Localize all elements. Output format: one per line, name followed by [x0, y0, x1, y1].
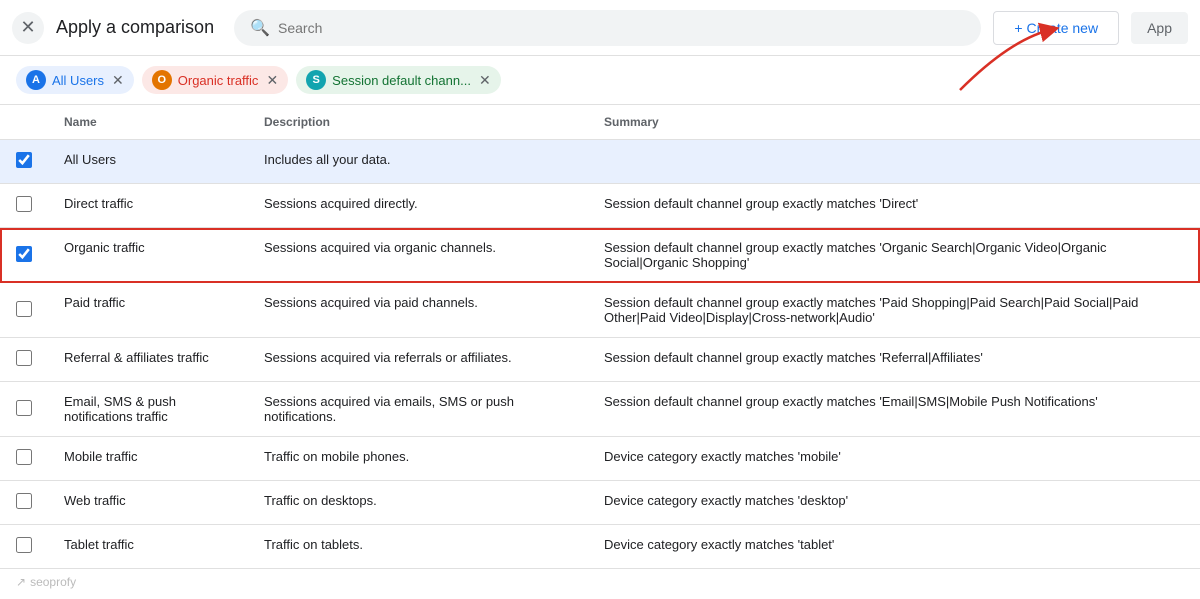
row-name: Email, SMS & push notifications traffic: [48, 382, 248, 437]
row-checkbox-cell[interactable]: [0, 140, 48, 184]
row-description: Traffic on tablets.: [248, 525, 588, 569]
watermark-icon: ↗: [16, 575, 26, 589]
tag-close-icon[interactable]: ✕: [479, 72, 491, 89]
row-name: Organic traffic: [48, 228, 248, 283]
tag-all-users[interactable]: A All Users ✕: [16, 66, 134, 94]
row-name: Paid traffic: [48, 283, 248, 338]
search-input[interactable]: [278, 20, 965, 36]
row-summary: Session default channel group exactly ma…: [588, 283, 1200, 338]
header: ✕ Apply a comparison 🔍 + Create new App: [0, 0, 1200, 56]
row-name: Referral & affiliates traffic: [48, 338, 248, 382]
table-row[interactable]: Web traffic Traffic on desktops. Device …: [0, 481, 1200, 525]
row-summary: Device category exactly matches 'tablet': [588, 525, 1200, 569]
tag-label: All Users: [52, 73, 104, 88]
summary-col-header: Summary: [588, 105, 1200, 140]
row-checkbox-cell[interactable]: [0, 437, 48, 481]
close-button[interactable]: ✕: [12, 12, 44, 44]
row-checkbox[interactable]: [16, 152, 32, 168]
row-checkbox[interactable]: [16, 449, 32, 465]
table-row[interactable]: Referral & affiliates traffic Sessions a…: [0, 338, 1200, 382]
row-description: Sessions acquired directly.: [248, 184, 588, 228]
row-checkbox[interactable]: [16, 196, 32, 212]
row-summary: Session default channel group exactly ma…: [588, 382, 1200, 437]
row-summary: Device category exactly matches 'mobile': [588, 437, 1200, 481]
name-col-header: Name: [48, 105, 248, 140]
row-summary: Session default channel group exactly ma…: [588, 228, 1200, 283]
comparison-table: Name Description Summary All Users Inclu…: [0, 105, 1200, 569]
watermark: ↗ seoprofy: [16, 575, 76, 589]
row-description: Sessions acquired via organic channels.: [248, 228, 588, 283]
row-summary: [588, 140, 1200, 184]
watermark-text: seoprofy: [30, 575, 76, 589]
row-checkbox[interactable]: [16, 301, 32, 317]
row-description: Sessions acquired via emails, SMS or pus…: [248, 382, 588, 437]
row-description: Traffic on desktops.: [248, 481, 588, 525]
row-name: Direct traffic: [48, 184, 248, 228]
tag-avatar: O: [152, 70, 172, 90]
row-description: Sessions acquired via paid channels.: [248, 283, 588, 338]
table-row[interactable]: Paid traffic Sessions acquired via paid …: [0, 283, 1200, 338]
row-checkbox-cell[interactable]: [0, 525, 48, 569]
apply-button[interactable]: App: [1131, 12, 1188, 44]
row-checkbox[interactable]: [16, 246, 32, 262]
table-row[interactable]: Organic traffic Sessions acquired via or…: [0, 228, 1200, 283]
description-col-header: Description: [248, 105, 588, 140]
row-checkbox-cell[interactable]: [0, 184, 48, 228]
tag-avatar: S: [306, 70, 326, 90]
tag-organic-traffic[interactable]: O Organic traffic ✕: [142, 66, 288, 94]
row-name: All Users: [48, 140, 248, 184]
table-row[interactable]: Email, SMS & push notifications traffic …: [0, 382, 1200, 437]
tag-close-icon[interactable]: ✕: [112, 72, 124, 89]
row-summary: Session default channel group exactly ma…: [588, 184, 1200, 228]
row-checkbox-cell[interactable]: [0, 338, 48, 382]
row-description: Sessions acquired via referrals or affil…: [248, 338, 588, 382]
row-checkbox[interactable]: [16, 537, 32, 553]
table-row[interactable]: Mobile traffic Traffic on mobile phones.…: [0, 437, 1200, 481]
table-row[interactable]: Direct traffic Sessions acquired directl…: [0, 184, 1200, 228]
header-title: Apply a comparison: [56, 17, 214, 38]
tag-session-default[interactable]: S Session default chann... ✕: [296, 66, 501, 94]
row-description: Traffic on mobile phones.: [248, 437, 588, 481]
search-container: 🔍: [234, 10, 981, 46]
tag-close-icon[interactable]: ✕: [266, 72, 278, 89]
checkbox-col-header: [0, 105, 48, 140]
table-row[interactable]: All Users Includes all your data.: [0, 140, 1200, 184]
tag-avatar: A: [26, 70, 46, 90]
row-checkbox[interactable]: [16, 400, 32, 416]
tag-label: Session default chann...: [332, 73, 471, 88]
row-name: Tablet traffic: [48, 525, 248, 569]
row-summary: Device category exactly matches 'desktop…: [588, 481, 1200, 525]
row-checkbox[interactable]: [16, 493, 32, 509]
table-header-row: Name Description Summary: [0, 105, 1200, 140]
table-row[interactable]: Tablet traffic Traffic on tablets. Devic…: [0, 525, 1200, 569]
row-summary: Session default channel group exactly ma…: [588, 338, 1200, 382]
row-description: Includes all your data.: [248, 140, 588, 184]
row-checkbox-cell[interactable]: [0, 283, 48, 338]
row-name: Mobile traffic: [48, 437, 248, 481]
row-checkbox-cell[interactable]: [0, 481, 48, 525]
search-icon: 🔍: [250, 18, 270, 38]
tags-row: A All Users ✕ O Organic traffic ✕ S Sess…: [0, 56, 1200, 105]
row-checkbox-cell[interactable]: [0, 382, 48, 437]
tag-label: Organic traffic: [178, 73, 259, 88]
row-name: Web traffic: [48, 481, 248, 525]
table-container: Name Description Summary All Users Inclu…: [0, 105, 1200, 592]
row-checkbox-cell[interactable]: [0, 228, 48, 283]
create-new-button[interactable]: + Create new: [993, 11, 1119, 45]
row-checkbox[interactable]: [16, 350, 32, 366]
